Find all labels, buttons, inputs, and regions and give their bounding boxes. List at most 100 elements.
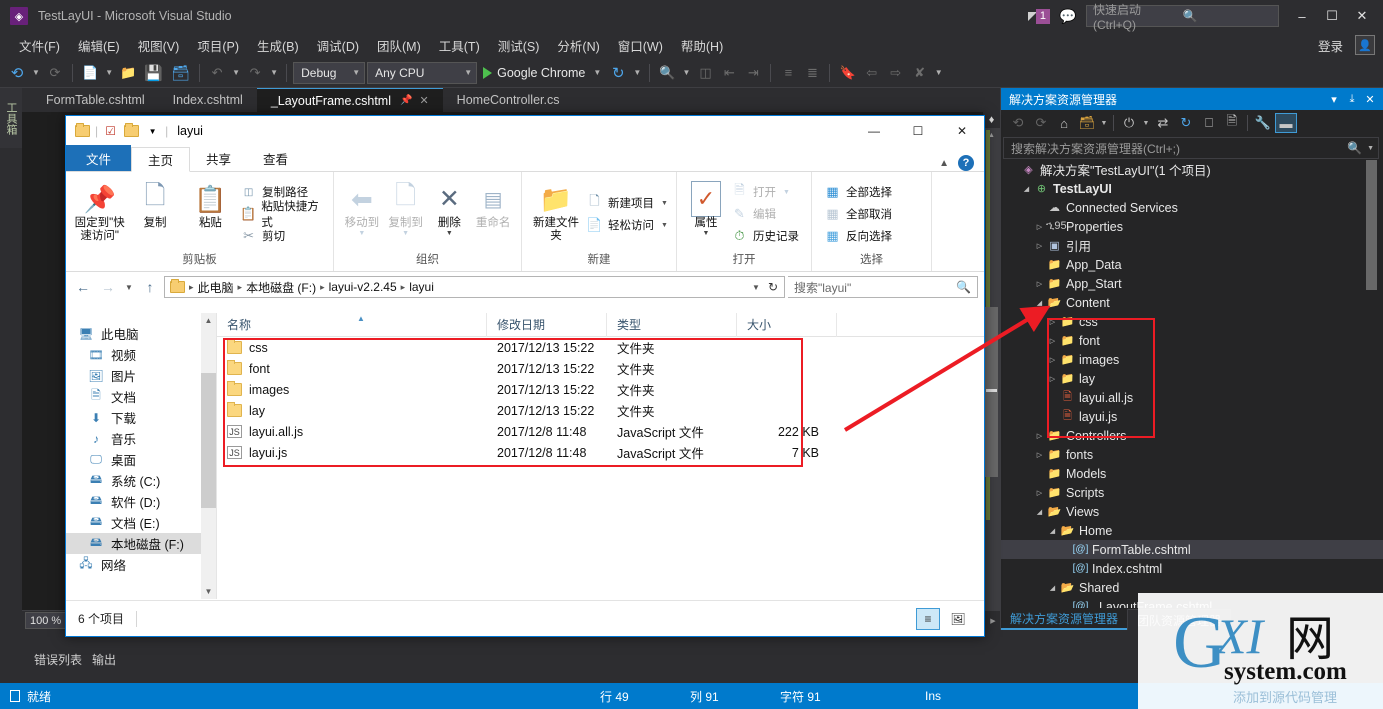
recent-locations-icon[interactable]: ▼ xyxy=(122,283,136,292)
tab-solution-explorer[interactable]: 解决方案资源管理器 xyxy=(1001,609,1128,630)
file-explorer-window[interactable]: | ☑ ▼ | layui — ☐ ✕ 文件 主页 共享 查看 ▲ ? 📌 固定… xyxy=(65,115,985,637)
help-icon[interactable]: ? xyxy=(958,155,974,171)
details-view-button[interactable]: ≡ xyxy=(916,607,940,630)
tab-index[interactable]: Index.cshtml xyxy=(159,88,257,112)
file-list-column-headers[interactable]: ▲ 名称 修改日期 类型 大小 xyxy=(217,312,984,337)
file-row[interactable]: JS layui.js 2017/12/8 11:48 JavaScript 文件 7 … xyxy=(217,442,984,463)
edit-button[interactable]: ✎ 编辑 xyxy=(731,205,799,224)
copy-button[interactable]: 🗋 复制 xyxy=(127,177,182,251)
chevron-right-icon[interactable]: ▷ xyxy=(1046,375,1059,383)
quick-launch-input[interactable]: 快速启动 (Ctrl+Q) 🔍 xyxy=(1086,3,1279,32)
scroll-right-icon[interactable]: ▶ xyxy=(986,617,1000,625)
browser-link-dropdown-icon[interactable]: ▼ xyxy=(680,61,692,85)
invert-selection-button[interactable]: ▦ 反向选择 xyxy=(824,227,892,246)
select-none-button[interactable]: ▦ 全部取消 xyxy=(824,205,892,224)
tree-item-lay[interactable]: ▷ 📁 lay xyxy=(1001,369,1383,388)
nav-item-music[interactable]: ♪ 音乐 xyxy=(66,428,216,449)
close-icon[interactable]: ✕ xyxy=(419,94,428,107)
file-row[interactable]: css 2017/12/13 15:22 文件夹 xyxy=(217,337,984,358)
chevron-down-icon[interactable]: ▼ xyxy=(661,200,668,207)
nav-item-doc[interactable]: 🗎 文档 xyxy=(66,386,216,407)
tree-item-layui-js[interactable]: 🗎 layui.js xyxy=(1001,407,1383,426)
comment-icon[interactable]: ≡ xyxy=(777,61,799,85)
toggle-panel-icon[interactable]: ◫ xyxy=(694,61,716,85)
refresh-dropdown-icon[interactable]: ▼ xyxy=(631,61,643,85)
close-icon[interactable]: ✕ xyxy=(1361,93,1379,106)
tree-item-testlayui[interactable]: ◢ ⊕ TestLayUI xyxy=(1001,179,1383,198)
chevron-down-icon[interactable]: ▼ xyxy=(144,123,161,139)
tree-item-font[interactable]: ▷ 📁 font xyxy=(1001,331,1383,350)
tree-item-shared[interactable]: ◢ 📂 Shared xyxy=(1001,578,1383,597)
solution-platform-select[interactable]: Any CPU ▼ xyxy=(367,61,478,84)
browser-link-icon[interactable]: 🔍 xyxy=(656,61,678,85)
new-folder-button[interactable]: 📁 新建文件夹 xyxy=(528,177,584,251)
uncomment-icon[interactable]: ≣ xyxy=(801,61,823,85)
file-list-rows[interactable]: css 2017/12/13 15:22 文件夹 font 2017/12/13 15:… xyxy=(217,337,984,463)
rename-button[interactable]: ▤ 重命名 xyxy=(471,177,515,251)
copy-to-button[interactable]: 🗋 复制到 ▼ xyxy=(384,177,428,251)
chevron-down-icon[interactable]: ◢ xyxy=(1033,299,1046,307)
move-to-button[interactable]: ⬅ 移动到 ▼ xyxy=(340,177,384,251)
new-project-icon[interactable]: 📄 xyxy=(79,61,101,85)
pin-icon[interactable]: 📌 xyxy=(400,95,412,106)
column-header-size[interactable]: 大小 xyxy=(737,312,837,337)
solution-tree-scrollbar[interactable] xyxy=(1366,160,1377,550)
breadcrumb-this-pc[interactable]: 此电脑 xyxy=(198,279,234,296)
chevron-down-icon[interactable]: ▼ xyxy=(1141,113,1151,133)
chevron-down-icon[interactable]: ◢ xyxy=(1033,508,1046,516)
clear-bookmarks-icon[interactable]: ✘ xyxy=(909,61,931,85)
chevron-down-icon[interactable]: ▼ xyxy=(783,189,790,196)
menu-item-build[interactable]: 生成(B) xyxy=(248,34,308,57)
chevron-right-icon[interactable]: ▷ xyxy=(1033,223,1046,231)
chevron-down-icon[interactable]: ▼ xyxy=(1099,113,1109,133)
properties-icon[interactable]: 🔧 xyxy=(1252,113,1274,133)
save-icon[interactable]: 💾 xyxy=(141,61,166,85)
menu-item-analyze[interactable]: 分析(N) xyxy=(548,34,608,57)
outdent-icon[interactable]: ⇤ xyxy=(718,61,740,85)
panel-menu-icon[interactable]: ▾ xyxy=(1325,93,1343,106)
chevron-right-icon[interactable]: ▷ xyxy=(1046,337,1059,345)
feedback-icon[interactable]: 💬 xyxy=(1058,8,1078,25)
account-icon[interactable]: 👤 xyxy=(1355,35,1375,55)
scroll-down-icon[interactable]: ▼ xyxy=(201,584,216,599)
tree-item-testlayui-1[interactable]: ◈ 解决方案"TestLayUI"(1 个项目) xyxy=(1001,160,1383,179)
properties-icon[interactable]: ☑ xyxy=(102,123,119,139)
file-row[interactable]: images 2017/12/13 15:22 文件夹 xyxy=(217,379,984,400)
chevron-right-icon[interactable]: ▷ xyxy=(1033,489,1046,497)
chevron-right-icon[interactable]: ▷ xyxy=(1046,318,1059,326)
pending-changes-icon[interactable]: 🗃 xyxy=(1076,113,1098,133)
nav-item-network[interactable]: 🖧 网络 xyxy=(66,554,216,575)
chevron-down-icon[interactable]: ◢ xyxy=(1046,527,1059,535)
file-explorer-search-input[interactable]: 搜索"layui" 🔍 xyxy=(788,276,978,298)
easy-access-button[interactable]: 📄 轻松访问 ▼ xyxy=(586,216,668,235)
collapse-ribbon-icon[interactable]: ▲ xyxy=(939,158,949,169)
menu-item-test[interactable]: 测试(S) xyxy=(489,34,549,57)
column-header-modified[interactable]: 修改日期 xyxy=(487,312,607,337)
tab-error-list[interactable]: 错误列表 xyxy=(34,651,82,668)
tree-item-properties[interactable]: ▷ ኂ95 Properties xyxy=(1001,217,1383,236)
close-button[interactable]: ✕ xyxy=(940,117,984,146)
menu-item-debug[interactable]: 调试(D) xyxy=(308,34,368,57)
preview-selected-items-icon[interactable]: ▬ xyxy=(1275,113,1297,133)
open-button[interactable]: 🗎 打开 ▼ xyxy=(731,182,799,202)
menu-item-file[interactable]: 文件(F) xyxy=(10,34,69,57)
tree-item-fonts[interactable]: ▷ 📁 fonts xyxy=(1001,445,1383,464)
navigate-forward-icon[interactable]: ⟳ xyxy=(44,61,66,85)
tab-output[interactable]: 输出 xyxy=(92,651,116,668)
tab-layoutframe[interactable]: _LayoutFrame.cshtml 📌 ✕ xyxy=(256,88,443,112)
refresh-icon[interactable]: ↻ xyxy=(607,61,629,85)
chevron-right-icon[interactable]: ▷ xyxy=(1033,432,1046,440)
scrollbar-thumb[interactable] xyxy=(985,307,998,477)
save-all-icon[interactable]: 🗃 xyxy=(168,61,193,85)
new-folder-icon[interactable] xyxy=(123,123,140,139)
next-bookmark-icon[interactable]: ⇨ xyxy=(885,61,907,85)
editor-splitter-icon[interactable]: ♦ xyxy=(983,112,1000,128)
refresh-icon[interactable]: ↻ xyxy=(1175,113,1197,133)
nav-item-video[interactable]: 🎞 视频 xyxy=(66,344,216,365)
home-icon[interactable]: ⌂ xyxy=(1053,113,1075,133)
tree-item-views[interactable]: ◢ 📂 Views xyxy=(1001,502,1383,521)
tab-formtable[interactable]: FormTable.cshtml xyxy=(32,88,159,112)
tree-item-layui-all-js[interactable]: 🗎 layui.all.js xyxy=(1001,388,1383,407)
navigate-backward-dropdown-icon[interactable]: ▼ xyxy=(30,61,42,85)
scroll-up-icon[interactable]: ▲ xyxy=(201,313,216,328)
